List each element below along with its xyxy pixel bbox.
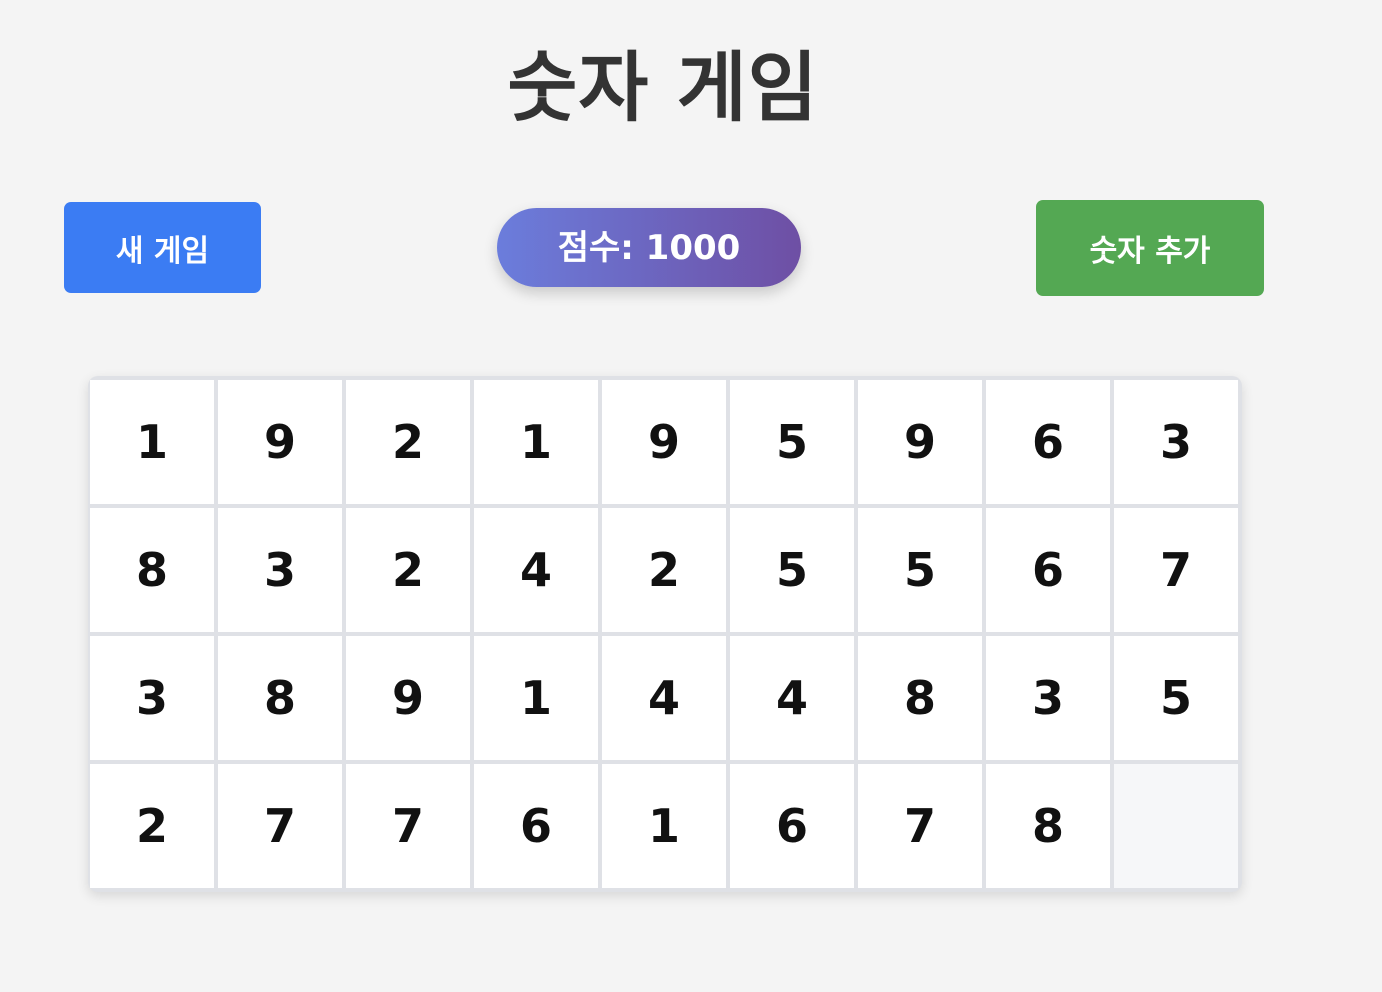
number-grid: 19219596383242556738914483527761678 (90, 380, 1238, 888)
number-cell[interactable]: 1 (602, 764, 726, 888)
number-cell[interactable]: 8 (218, 636, 342, 760)
number-cell[interactable]: 7 (346, 764, 470, 888)
number-cell[interactable]: 6 (474, 764, 598, 888)
number-cell[interactable]: 1 (474, 380, 598, 504)
number-cell[interactable]: 9 (602, 380, 726, 504)
number-cell[interactable]: 8 (90, 508, 214, 632)
number-cell[interactable]: 9 (218, 380, 342, 504)
number-cell[interactable]: 5 (730, 380, 854, 504)
game-page: 숫자 게임 새 게임 점수: 1000 숫자 추가 19219596383242… (0, 0, 1382, 992)
number-cell[interactable]: 3 (986, 636, 1110, 760)
number-cell[interactable]: 2 (602, 508, 726, 632)
empty-cell (1114, 764, 1238, 888)
game-board: 19219596383242556738914483527761678 (88, 376, 1242, 892)
number-cell[interactable]: 8 (858, 636, 982, 760)
number-cell[interactable]: 4 (474, 508, 598, 632)
number-cell[interactable]: 3 (90, 636, 214, 760)
number-cell[interactable]: 9 (858, 380, 982, 504)
number-cell[interactable]: 7 (218, 764, 342, 888)
number-cell[interactable]: 2 (346, 380, 470, 504)
number-cell[interactable]: 4 (602, 636, 726, 760)
new-game-button[interactable]: 새 게임 (64, 202, 261, 293)
number-cell[interactable]: 2 (346, 508, 470, 632)
number-cell[interactable]: 5 (730, 508, 854, 632)
number-cell[interactable]: 7 (1114, 508, 1238, 632)
number-cell[interactable]: 3 (1114, 380, 1238, 504)
score-badge: 점수: 1000 (497, 208, 801, 287)
add-numbers-button[interactable]: 숫자 추가 (1036, 200, 1264, 296)
number-cell[interactable]: 1 (90, 380, 214, 504)
number-cell[interactable]: 7 (858, 764, 982, 888)
number-cell[interactable]: 3 (218, 508, 342, 632)
number-cell[interactable]: 2 (90, 764, 214, 888)
number-cell[interactable]: 9 (346, 636, 470, 760)
number-cell[interactable]: 6 (986, 508, 1110, 632)
number-cell[interactable]: 6 (986, 380, 1110, 504)
number-cell[interactable]: 6 (730, 764, 854, 888)
number-cell[interactable]: 8 (986, 764, 1110, 888)
number-cell[interactable]: 5 (1114, 636, 1238, 760)
page-title: 숫자 게임 (507, 43, 819, 132)
number-cell[interactable]: 1 (474, 636, 598, 760)
number-cell[interactable]: 4 (730, 636, 854, 760)
number-cell[interactable]: 5 (858, 508, 982, 632)
